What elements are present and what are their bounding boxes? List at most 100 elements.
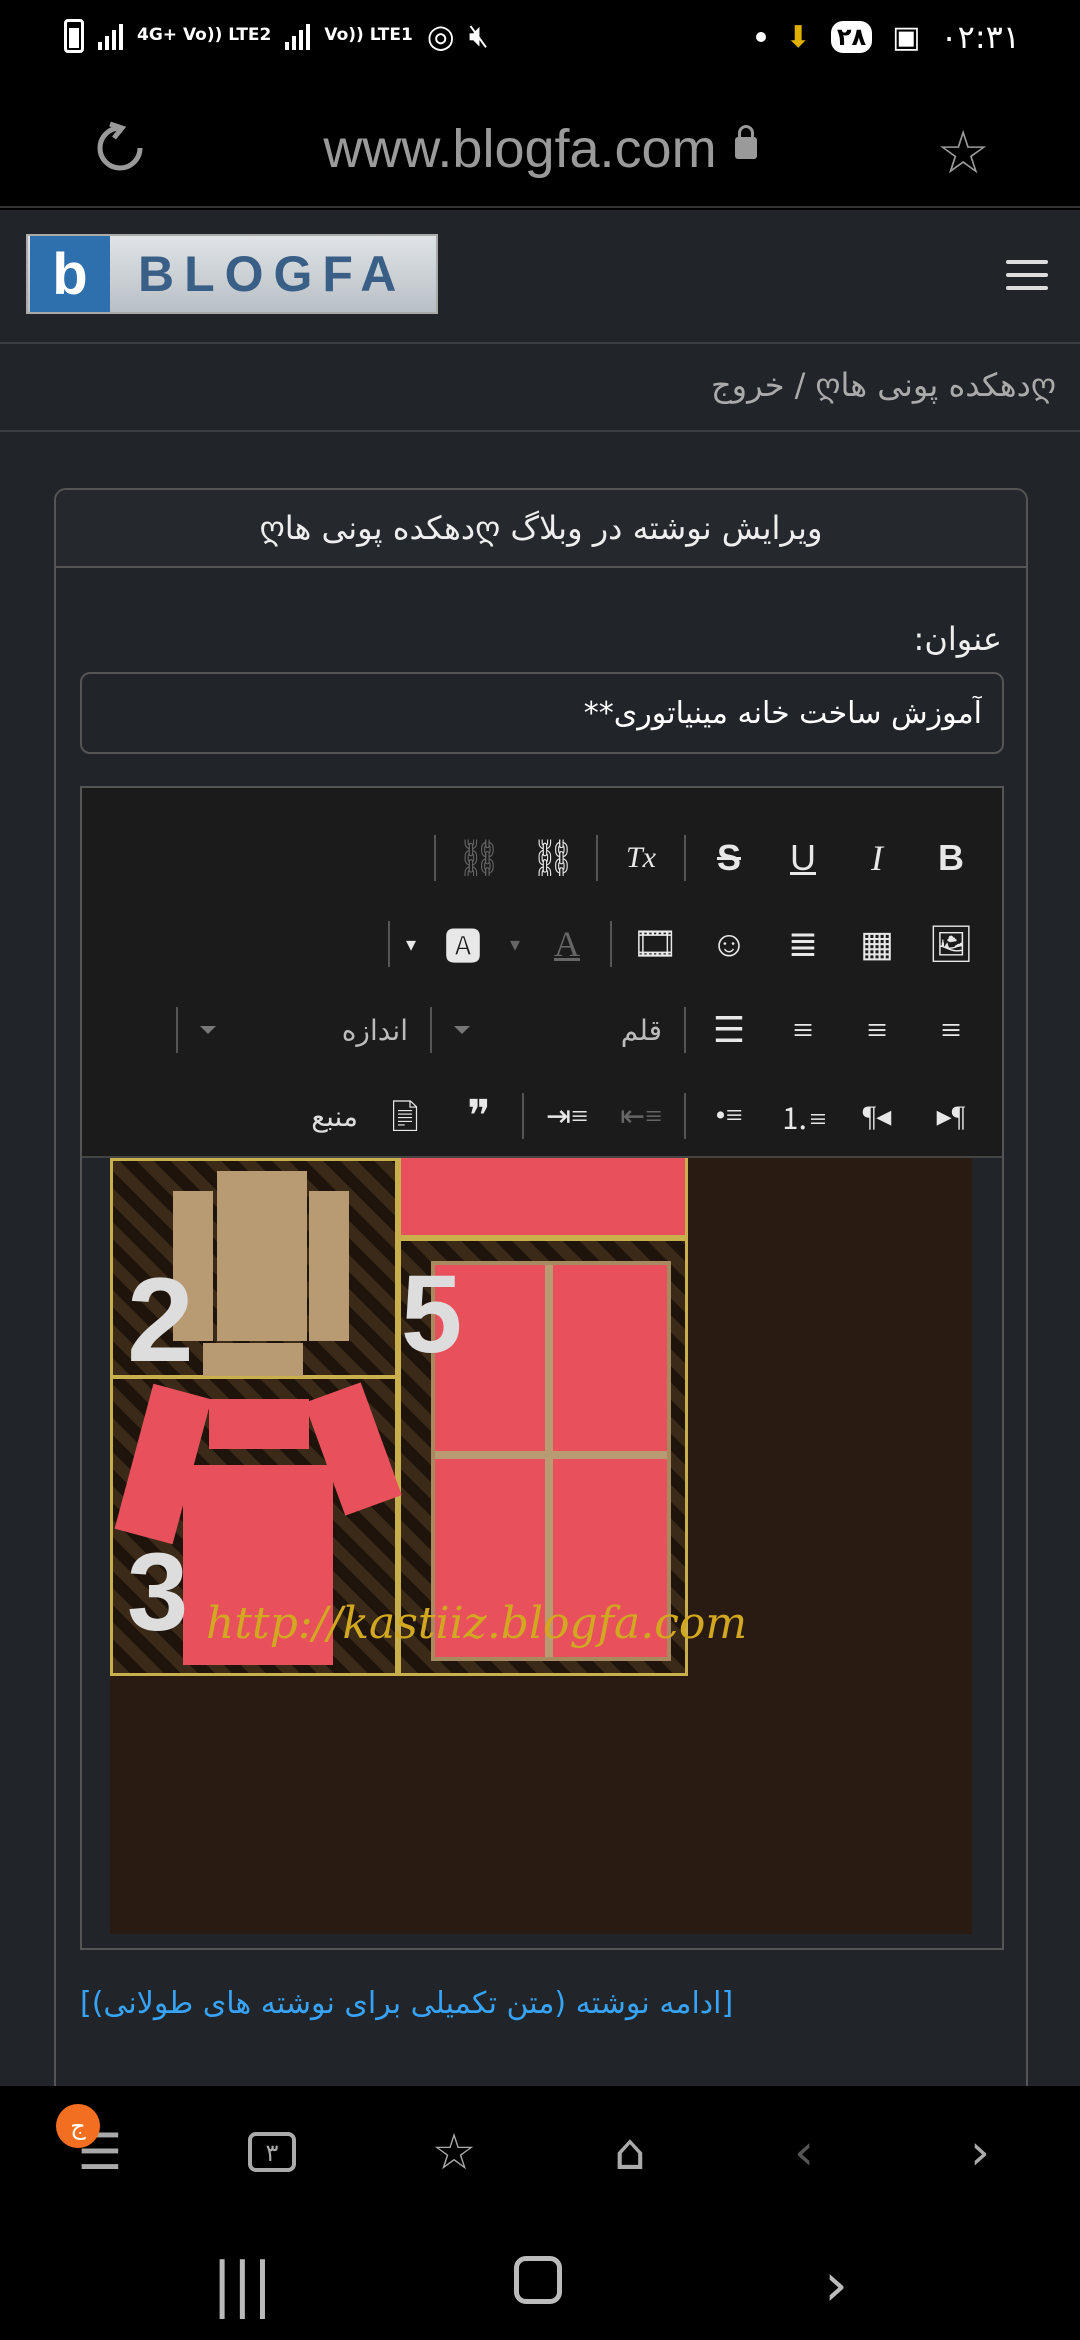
breadcrumb: ღدهکده پونی هاღ/خروج (0, 344, 1080, 432)
lock-icon (734, 125, 757, 159)
url-field[interactable]: www.blogfa.com (0, 118, 1080, 180)
title-input[interactable] (80, 672, 1004, 754)
image-icon[interactable]: 🖼︎ (914, 914, 988, 974)
editor-toolbar: B I U S Tx ⛓ ⛓ 🖼︎ ▦ ≣ ☺ 🎞︎ A ▾ 🅰︎ ▾ ≡ ≡ … (82, 788, 1002, 1158)
source-button-label[interactable]: منبع (301, 1100, 368, 1133)
tabs-icon[interactable]: ۳ (248, 2132, 296, 2172)
align-right-icon[interactable]: ≡ (766, 1000, 840, 1060)
notification-count-badge: ۲۸ (830, 21, 873, 53)
source-icon[interactable]: 📄︎ (368, 1086, 442, 1146)
outdent-icon[interactable]: ⇤≡ (604, 1086, 678, 1146)
logo-mark: b (30, 236, 110, 312)
menu-badge: ج (56, 2104, 100, 2148)
chevron-down-icon (200, 1026, 216, 1034)
logout-link[interactable]: خروج (711, 366, 785, 404)
photo-panel (398, 1158, 688, 1238)
toolbar-divider (176, 1007, 178, 1053)
menu-icon[interactable] (1006, 260, 1048, 290)
cardboard-piece (203, 1343, 303, 1379)
gallery-icon: ▣ (892, 19, 921, 55)
home-button-icon[interactable] (514, 2256, 562, 2304)
font-dropdown-label: قلم (620, 1013, 662, 1047)
url-text: www.blogfa.com (323, 119, 717, 179)
read-more-link[interactable]: [ادامه نوشته (متن تکمیلی برای نوشته های … (80, 1986, 733, 2021)
italic-button[interactable]: I (840, 828, 914, 888)
breadcrumb-blog-link[interactable]: ღدهکده پونی هاღ (815, 366, 1056, 404)
status-bar: 4G+ Vo)) LTE2 Vo)) LTE1 ◎ 🔇︎ ⬇ ۲۸ ▣ ۰۲:۳… (0, 0, 1080, 80)
back-button-icon[interactable]: › (824, 2250, 848, 2320)
toolbar-divider (684, 835, 686, 881)
notification-dot-icon (755, 32, 766, 42)
size-dropdown[interactable]: اندازه (184, 1000, 424, 1060)
chevron-down-icon (454, 1026, 470, 1034)
network-label-2: Vo)) LTE1 (324, 25, 413, 45)
toolbar-divider (434, 835, 436, 881)
divider-strip (435, 1451, 667, 1459)
unlink-icon[interactable]: ⛓ (442, 828, 516, 888)
forward-icon[interactable]: › (950, 2122, 1010, 2182)
step-number-3: 3 (127, 1531, 189, 1654)
tabs-count: ۳ (265, 2139, 279, 2167)
toolbar-divider (684, 1093, 686, 1139)
toolbar-divider (388, 921, 390, 967)
text-color-dropdown-icon[interactable]: ▾ (500, 914, 530, 974)
background-color-dropdown-icon[interactable]: ▾ (396, 914, 426, 974)
align-center-icon[interactable]: ≡ (840, 1000, 914, 1060)
video-icon[interactable]: 🎞︎ (618, 914, 692, 974)
signal-icon (98, 22, 123, 50)
bookmark-star-icon[interactable]: ☆ (936, 118, 990, 188)
back-icon[interactable]: ‹ (774, 2122, 834, 2182)
edit-post-card: ویرایش نوشته در وبلاگ ღدهکده پونی هاღ عن… (54, 488, 1028, 2086)
bulleted-list-icon[interactable]: •≡ (692, 1086, 766, 1146)
rtl-direction-icon[interactable]: ¶◂ (840, 1086, 914, 1146)
step-number-5: 5 (401, 1253, 463, 1376)
text-color-icon[interactable]: A (530, 914, 604, 974)
indent-icon[interactable]: ⇥≡ (530, 1086, 604, 1146)
smiley-icon[interactable]: ☺ (692, 914, 766, 974)
site-navbar: b BLOGFA (0, 210, 1080, 344)
justify-icon[interactable]: ☰ (692, 1000, 766, 1060)
align-left-icon[interactable]: ≡ (914, 1000, 988, 1060)
recent-apps-icon[interactable]: ||| (212, 2250, 273, 2320)
bookmarks-icon[interactable]: ☆ (424, 2122, 484, 2182)
logo-text: BLOGFA (138, 246, 407, 302)
background-color-icon[interactable]: 🅰︎ (426, 914, 500, 974)
signal-icon-2 (285, 22, 311, 50)
network-label-1: 4G+ Vo)) LTE2 (137, 25, 272, 45)
strikethrough-button[interactable]: S (692, 828, 766, 888)
download-icon: ⬇ (785, 19, 811, 55)
step-number-2: 2 (127, 1253, 194, 1387)
bold-button[interactable]: B (914, 828, 988, 888)
size-dropdown-label: اندازه (341, 1013, 408, 1047)
tutorial-photo[interactable]: 2 5 3 http://kastiiz.blogfa.com (110, 1158, 972, 1934)
rich-text-editor: B I U S Tx ⛓ ⛓ 🖼︎ ▦ ≣ ☺ 🎞︎ A ▾ 🅰︎ ▾ ≡ ≡ … (80, 786, 1004, 1950)
editor-content-area[interactable]: 2 5 3 http://kastiiz.blogfa.com (82, 1158, 1002, 1948)
web-page: b BLOGFA ღدهکده پونی هاღ/خروج ویرایش نوش… (0, 210, 1080, 2086)
ltr-direction-icon[interactable]: ▸¶ (914, 1086, 988, 1146)
toolbar-divider (684, 1007, 686, 1053)
blogfa-logo[interactable]: b BLOGFA (26, 234, 438, 314)
blockquote-icon[interactable]: ❞ (442, 1086, 516, 1146)
horizontal-rule-icon[interactable]: ≣ (766, 914, 840, 974)
toolbar-divider (610, 921, 612, 967)
toolbar-divider (430, 1007, 432, 1053)
toolbar-divider (596, 835, 598, 881)
link-icon[interactable]: ⛓ (516, 828, 590, 888)
browser-bottom-bar: ☰ ج ۳ ☆ ⌂ ‹ › (0, 2086, 1080, 2220)
breadcrumb-separator: / (794, 366, 806, 404)
foam-piece (209, 1399, 309, 1449)
font-dropdown[interactable]: قلم (438, 1000, 678, 1060)
hotspot-icon: ◎ (426, 16, 455, 55)
table-icon[interactable]: ▦ (840, 914, 914, 974)
system-navigation-bar: ||| › (0, 2220, 1080, 2340)
browser-address-bar: www.blogfa.com ☆ (0, 80, 1080, 208)
clear-format-button[interactable]: Tx (604, 828, 678, 888)
title-label: عنوان: (913, 620, 1002, 658)
underline-button[interactable]: U (766, 828, 840, 888)
card-header: ویرایش نوشته در وبلاگ ღدهکده پونی هاღ (56, 490, 1026, 568)
numbered-list-icon[interactable]: ⒈≡ (766, 1086, 840, 1146)
toolbar-divider (522, 1093, 524, 1139)
photo-panel: 2 (110, 1158, 398, 1387)
home-icon[interactable]: ⌂ (600, 2122, 660, 2182)
clock: ۰۲:۳۱ (940, 18, 1020, 56)
